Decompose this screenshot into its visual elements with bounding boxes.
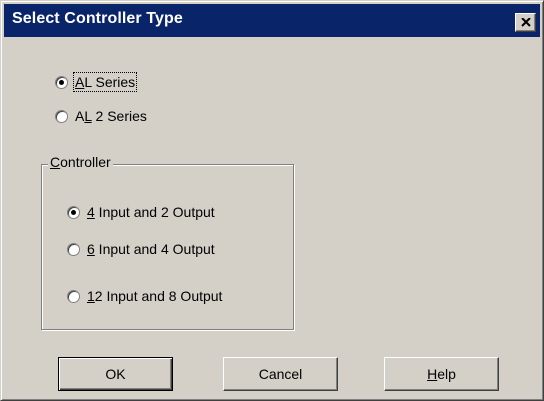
select-controller-dialog: Select Controller Type AL Series AL 2 Se… <box>0 0 544 401</box>
radio-label-al2-series: AL 2 Series <box>75 108 147 124</box>
title-bar[interactable]: Select Controller Type <box>4 4 540 37</box>
radio-al2-series[interactable]: AL 2 Series <box>55 108 147 124</box>
close-button[interactable] <box>515 13 536 32</box>
cancel-button[interactable]: Cancel <box>223 357 338 391</box>
radio-button[interactable] <box>67 289 80 303</box>
radio-button[interactable] <box>55 75 68 89</box>
controller-group-label: Controller <box>48 154 113 170</box>
radio-selected-dot <box>71 209 76 215</box>
radio-button[interactable] <box>67 205 80 219</box>
radio-label-6-input: 6 Input and 4 Output <box>87 241 215 257</box>
radio-label-4-input: 4 Input and 2 Output <box>87 204 215 220</box>
help-button-label: Help <box>427 366 456 382</box>
help-button[interactable]: Help <box>384 357 499 391</box>
ok-button-label: OK <box>105 366 126 382</box>
ok-button[interactable]: OK <box>58 357 173 391</box>
radio-al-series[interactable]: AL Series <box>55 72 138 92</box>
window-title: Select Controller Type <box>12 10 183 27</box>
radio-label-12-input: 12 Input and 8 Output <box>87 288 223 304</box>
radio-button[interactable] <box>55 109 68 123</box>
radio-selected-dot <box>59 79 64 85</box>
close-icon <box>521 18 531 27</box>
cancel-button-label: Cancel <box>258 366 303 382</box>
radio-12-input-8-output[interactable]: 12 Input and 8 Output <box>67 288 222 304</box>
radio-label-al-series: AL Series <box>72 72 138 92</box>
radio-6-input-4-output[interactable]: 6 Input and 4 Output <box>67 241 215 257</box>
radio-4-input-2-output[interactable]: 4 Input and 2 Output <box>67 204 215 220</box>
radio-button[interactable] <box>67 242 80 256</box>
